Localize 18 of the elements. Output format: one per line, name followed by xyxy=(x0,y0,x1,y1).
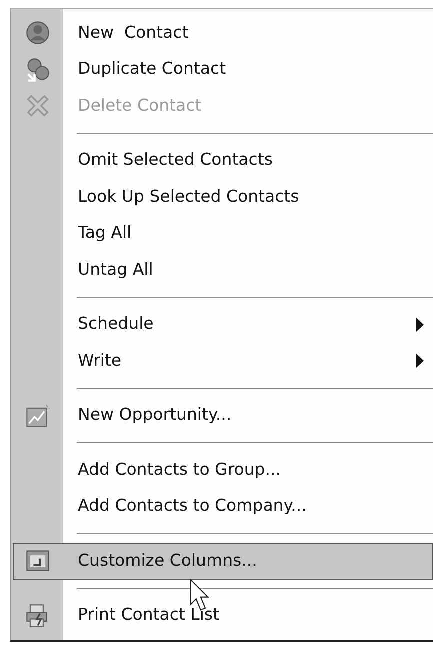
menu-item[interactable]: Add Contacts to Group... xyxy=(13,452,433,488)
menu-item[interactable]: New Opportunity... xyxy=(13,398,433,434)
menu-item[interactable]: Write xyxy=(13,343,433,380)
person-icon xyxy=(25,20,51,46)
close-icon xyxy=(25,93,51,120)
menu-item[interactable]: Tag All xyxy=(13,216,433,252)
menu-item[interactable]: Add Contacts to Company... xyxy=(13,488,433,525)
menu-item[interactable]: New Contact xyxy=(13,15,433,52)
menu-item[interactable]: Customize Columns... xyxy=(13,543,433,580)
menu-item[interactable]: Omit Selected Contacts xyxy=(13,142,433,179)
menu-item[interactable]: Look Up Selected Contacts xyxy=(13,179,433,216)
menu-item[interactable]: Schedule xyxy=(13,306,433,343)
menu-item[interactable]: Duplicate Contact xyxy=(13,52,433,88)
menu-item[interactable]: Print Contact List xyxy=(13,598,433,634)
window-icon xyxy=(25,548,51,574)
menu-item[interactable]: Untag All xyxy=(13,252,433,288)
people-icon xyxy=(25,56,51,83)
chart-icon xyxy=(25,402,51,429)
